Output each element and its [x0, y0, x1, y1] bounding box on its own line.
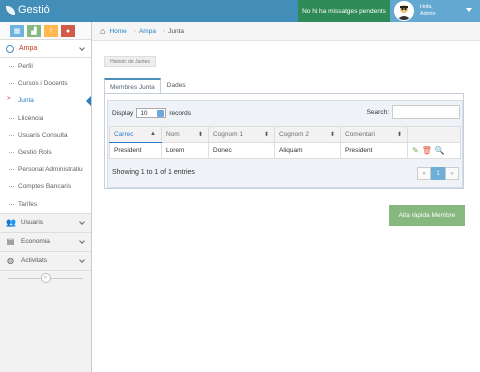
search-label: Search:	[366, 108, 389, 116]
column-nom[interactable]: Nom ⬍	[161, 126, 209, 143]
sidebar-subitem-perfil[interactable]: Perfil	[0, 58, 91, 75]
column-cognom1[interactable]: Cognom 1 ⬍	[208, 126, 275, 143]
sidebar-subitem-gestio-rols[interactable]: Gestió Rols	[0, 144, 91, 161]
pagination-page-1[interactable]: 1	[431, 167, 445, 180]
cell-nom: Lorem	[161, 142, 209, 159]
sidebar-subitem-junta[interactable]: Junta	[0, 92, 91, 109]
chevron-down-icon	[79, 45, 85, 51]
circle-icon	[6, 44, 14, 53]
calendar-icon[interactable]: ▦	[10, 25, 24, 37]
sort-icon: ⬍	[329, 132, 335, 138]
chevron-down-icon	[79, 237, 85, 244]
tab-dades[interactable]: Dades	[162, 78, 191, 93]
chevron-down-icon	[79, 256, 85, 263]
sidebar-subitem-usuaris-consulta[interactable]: Usuaris Consulta	[0, 127, 91, 144]
sidebar: ▦ ▟ ! ● Ampa Perfil Cursos i Docents Jun…	[0, 22, 92, 372]
user-name: Admin	[420, 11, 436, 17]
users-icon: 👥	[6, 218, 16, 228]
sidebar-subitem-comptes[interactable]: Comptes Bancaris	[0, 178, 91, 195]
sidebar-item-activitats[interactable]: ◍ Activitats	[0, 252, 91, 271]
sidebar-subitem-llicencia[interactable]: Llicència	[0, 110, 91, 127]
sort-icon: ⬍	[263, 132, 269, 138]
pagination-next[interactable]: »	[445, 167, 459, 180]
sidebar-subitem-cursos[interactable]: Cursos i Docents	[0, 75, 91, 92]
comment-icon[interactable]: ●	[61, 25, 75, 37]
datatable-wrapper: Display 10 records Search: Carrec ▲ Nom ⬍ …	[107, 100, 463, 188]
sidebar-shortcuts: ▦ ▟ ! ●	[0, 22, 91, 40]
edit-icon[interactable]: ✎	[412, 146, 419, 155]
leaf-icon	[6, 5, 15, 15]
sidebar-subitem-tarifes[interactable]: Tarifes	[0, 196, 91, 213]
column-carrec[interactable]: Carrec ▲	[109, 126, 162, 143]
sidebar-collapse[interactable]: «	[0, 271, 91, 285]
members-table: Carrec ▲ Nom ⬍ Cognom 1 ⬍ Cognom 2 ⬍ Comenta…	[109, 126, 461, 159]
sidebar-item-label: Economia	[21, 238, 50, 246]
search-control: Search:	[367, 105, 460, 119]
pagination-prev[interactable]: «	[417, 167, 431, 180]
sort-icon: ⬍	[197, 132, 203, 138]
chevron-down-icon	[79, 218, 85, 225]
add-member-button[interactable]: Alta ràpida Membre	[389, 205, 465, 226]
chevron-down-icon	[157, 110, 165, 117]
pagination: « 1 »	[417, 167, 459, 180]
sidebar-submenu: Perfil Cursos i Docents Junta Llicència …	[0, 58, 91, 214]
records-select-value: 10	[140, 109, 148, 117]
double-chevron-left-icon[interactable]: «	[40, 272, 51, 283]
info-icon[interactable]: !	[44, 25, 58, 37]
bar-chart-icon[interactable]: ▟	[27, 25, 41, 37]
length-control: Display 10 records	[112, 108, 191, 118]
cell-actions: ✎ 🗑 🔍	[407, 142, 461, 159]
display-label: Display	[112, 109, 134, 117]
tab-membres-junta[interactable]: Membres Junta	[104, 78, 161, 94]
cell-carrec: President	[109, 142, 162, 159]
history-button[interactable]: Historic de Juntes	[104, 56, 156, 67]
delete-icon[interactable]: 🗑	[422, 146, 432, 155]
table-row: President Lorem Donec Aliquam President …	[109, 142, 461, 159]
breadcrumb-current: Junta	[168, 27, 185, 35]
sort-icon: ⬍	[396, 132, 402, 138]
tab-bar: Membres Junta Dades	[104, 78, 192, 94]
user-menu[interactable]: Hola, Admin	[390, 0, 480, 22]
tab-panel: Display 10 records Search: Carrec ▲ Nom ⬍ …	[104, 93, 464, 189]
sidebar-item-ampa[interactable]: Ampa	[0, 40, 91, 58]
records-label: records	[169, 109, 191, 117]
brand-title: Gestió	[18, 4, 50, 16]
breadcrumb: ⌂ Home › Ampa › Junta	[92, 22, 480, 41]
home-icon: ⌂	[100, 26, 106, 36]
caret-down-icon	[466, 8, 472, 12]
cell-comentari: President	[340, 142, 408, 159]
table-header-row: Carrec ▲ Nom ⬍ Cognom 1 ⬍ Cognom 2 ⬍ Comenta…	[109, 126, 461, 143]
cell-cognom2: Aliquam	[274, 142, 341, 159]
breadcrumb-separator: ›	[162, 27, 166, 35]
search-input[interactable]	[392, 105, 460, 119]
table-info: Showing 1 to 1 of 1 entries	[112, 169, 195, 176]
sidebar-item-label: Ampa	[19, 45, 38, 52]
messages-notice[interactable]: No hi ha missatges pendents	[298, 0, 390, 22]
brand[interactable]: Gestió	[6, 4, 50, 16]
sidebar-item-label: Activitats	[21, 257, 48, 265]
sidebar-item-economia[interactable]: ▤ Economia	[0, 233, 91, 252]
zoom-icon[interactable]: 🔍	[435, 146, 445, 155]
avatar	[394, 1, 414, 21]
records-select[interactable]: 10	[136, 108, 167, 118]
main-content: ⌂ Home › Ampa › Junta Historic de Juntes…	[92, 22, 480, 372]
top-navbar: Gestió No hi ha missatges pendents Hola,…	[0, 0, 480, 22]
user-greeting: Hola,	[420, 4, 433, 10]
column-comentari[interactable]: Comentari ⬍	[340, 126, 408, 143]
sidebar-item-label: Usuaris	[21, 219, 44, 227]
column-cognom2[interactable]: Cognom 2 ⬍	[274, 126, 341, 143]
breadcrumb-separator: ›	[133, 27, 136, 35]
cell-cognom1: Donec	[208, 142, 275, 159]
sidebar-item-usuaris[interactable]: 👥 Usuaris	[0, 214, 91, 233]
sort-asc-icon: ▲	[150, 131, 156, 137]
column-actions	[407, 126, 461, 143]
chart-icon: ▤	[6, 237, 15, 247]
sidebar-subitem-personal[interactable]: Personal Administratiu	[0, 161, 91, 178]
breadcrumb-ampa[interactable]: Ampa	[139, 28, 156, 35]
breadcrumb-home[interactable]: Home	[109, 28, 126, 35]
globe-icon: ◍	[7, 256, 14, 266]
